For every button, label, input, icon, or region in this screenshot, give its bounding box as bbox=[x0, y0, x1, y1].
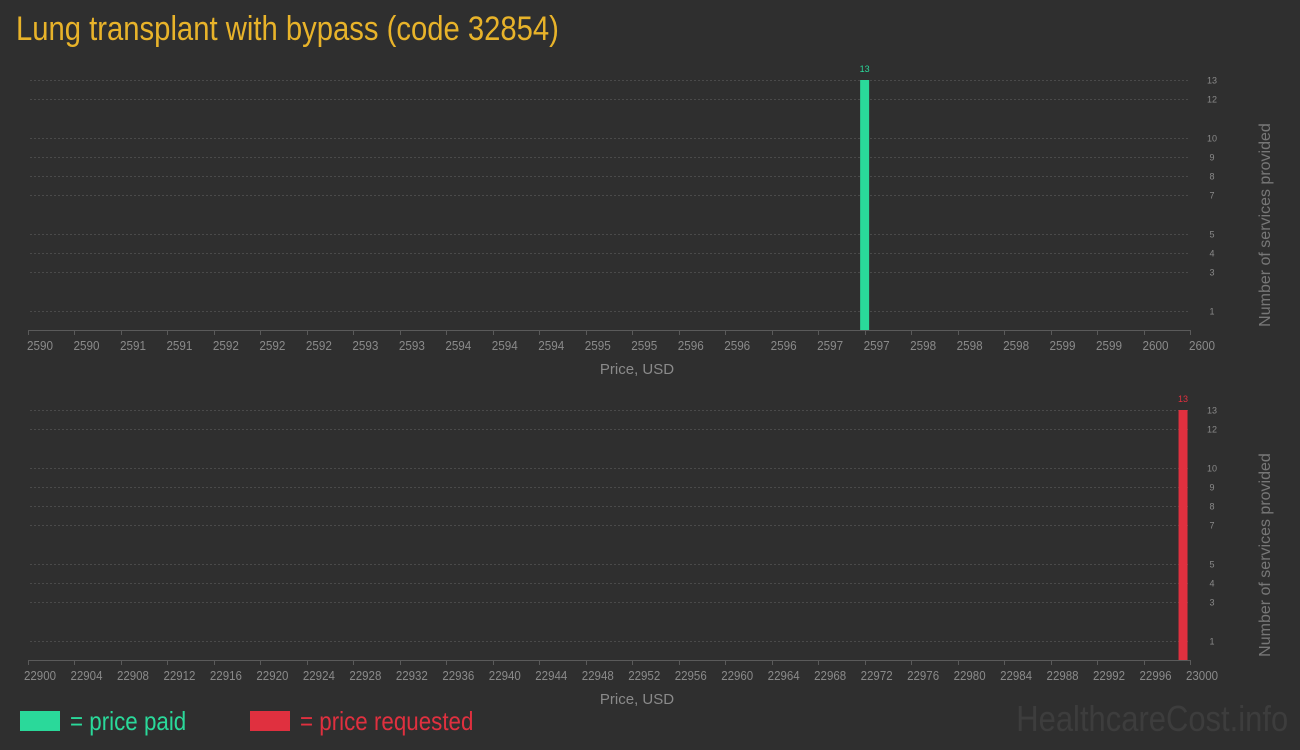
chart1-xtick-label: 2590 bbox=[27, 338, 53, 353]
chart2-xtick-label: 22996 bbox=[1140, 668, 1172, 683]
chart1-y-axis-title: Number of services provided bbox=[1257, 123, 1274, 327]
chart1-xtick-label: 2598 bbox=[910, 338, 936, 353]
chart2-xtick-label: 22976 bbox=[907, 668, 939, 683]
legend-requested-swatch bbox=[250, 711, 290, 731]
chart2-ytick-label: 7 bbox=[1209, 521, 1214, 531]
chart-page: Lung transplant with bypass (code 32854)… bbox=[0, 0, 1300, 750]
chart1-xtick-label: 2596 bbox=[771, 338, 797, 353]
charts-canvas: 13457891012132590 2590 2591 2591 2592 2592 259… bbox=[24, 64, 1274, 708]
chart2-xtick-label: 22924 bbox=[303, 668, 335, 683]
legend-requested: = price requested bbox=[250, 705, 502, 736]
chart1-ytick-label: 12 bbox=[1207, 95, 1217, 105]
chart2-xtick-label: 22912 bbox=[163, 668, 195, 683]
chart1-xtick-label: 2600 bbox=[1143, 338, 1169, 353]
chart2-xtick-label: 22952 bbox=[628, 668, 660, 683]
chart1-ytick-label: 3 bbox=[1209, 268, 1214, 278]
chart2-xtick-label: 22904 bbox=[70, 668, 102, 683]
watermark: HealthcareCost.info bbox=[1016, 698, 1288, 739]
chart1-ytick-label: 13 bbox=[1207, 76, 1217, 86]
chart1-xtick-label: 2592 bbox=[306, 338, 332, 353]
chart1-xtick-label: 2592 bbox=[213, 338, 239, 353]
chart2-ytick-label: 8 bbox=[1209, 502, 1214, 512]
chart2-ytick-label: 4 bbox=[1209, 579, 1214, 589]
chart2-xtick-label: 22944 bbox=[535, 668, 567, 683]
chart2-ytick-label: 13 bbox=[1207, 406, 1217, 416]
chart2-xtick-label: 22900 bbox=[24, 668, 56, 683]
chart2-xtick-label: 22948 bbox=[582, 668, 614, 683]
chart1-xtick-label: 2599 bbox=[1050, 338, 1076, 353]
chart2-ytick-label: 5 bbox=[1209, 560, 1214, 570]
chart1-xtick-label: 2594 bbox=[445, 338, 471, 353]
chart2-xtick-label: 22964 bbox=[768, 668, 800, 683]
chart1-ytick-label: 7 bbox=[1209, 191, 1214, 201]
legend-paid: = price paid bbox=[20, 705, 205, 736]
chart2-y-axis-title: Number of services provided bbox=[1257, 453, 1274, 657]
chart1-xtick-label: 2596 bbox=[724, 338, 750, 353]
chart1-xtick-label: 2598 bbox=[957, 338, 983, 353]
chart1-xtick-label: 2594 bbox=[492, 338, 518, 353]
chart2-xtick-label: 22940 bbox=[489, 668, 521, 683]
chart2-xtick-label: 22968 bbox=[814, 668, 846, 683]
chart1-ytick-label: 8 bbox=[1209, 172, 1214, 182]
chart1-bar bbox=[860, 80, 870, 330]
chart2-xtick-label: 22908 bbox=[117, 668, 149, 683]
chart1-xtick-label: 2591 bbox=[120, 338, 146, 353]
chart2-ytick-label: 3 bbox=[1209, 598, 1214, 608]
chart1-xtick-label: 2599 bbox=[1096, 338, 1122, 353]
legend-paid-label: = price paid bbox=[70, 705, 187, 736]
chart2-ytick-label: 10 bbox=[1207, 464, 1217, 474]
chart2-xtick-label: 22992 bbox=[1093, 668, 1125, 683]
legend-paid-swatch bbox=[20, 711, 60, 731]
chart2-bar-label: 13 bbox=[1178, 394, 1188, 404]
chart2-xtick-label: 22956 bbox=[675, 668, 707, 683]
chart1-xtick-label: 2591 bbox=[166, 338, 192, 353]
chart1-xtick-label: 2592 bbox=[259, 338, 285, 353]
chart2-bar bbox=[1178, 410, 1188, 660]
chart1-xtick-label: 2595 bbox=[585, 338, 611, 353]
chart2-xtick-label: 22916 bbox=[210, 668, 242, 683]
chart1-xtick-label: 2598 bbox=[1003, 338, 1029, 353]
chart2-xtick-label: 23000 bbox=[1186, 668, 1218, 683]
chart2-xtick-label: 22920 bbox=[256, 668, 288, 683]
chart2-x-axis-title: Price, USD bbox=[600, 691, 674, 708]
chart1-xtick-label: 2593 bbox=[352, 338, 378, 353]
chart1-ytick-label: 9 bbox=[1209, 153, 1214, 163]
chart1-xtick-label: 2597 bbox=[864, 338, 890, 353]
chart1-xtick-label: 2595 bbox=[631, 338, 657, 353]
chart2-xtick-label: 22960 bbox=[721, 668, 753, 683]
chart2-ytick-label: 9 bbox=[1209, 483, 1214, 493]
chart2-xtick-label: 22936 bbox=[442, 668, 474, 683]
chart1-ytick-label: 10 bbox=[1207, 134, 1217, 144]
chart1-xtick-label: 2593 bbox=[399, 338, 425, 353]
chart2-xtick-label: 22972 bbox=[861, 668, 893, 683]
chart1-x-axis-title: Price, USD bbox=[600, 361, 674, 378]
chart1-xtick-label: 2600 bbox=[1189, 338, 1215, 353]
chart1-xtick-label: 2590 bbox=[73, 338, 99, 353]
chart1-ytick-label: 4 bbox=[1209, 249, 1214, 259]
chart1-ytick-label: 5 bbox=[1209, 230, 1214, 240]
chart2-xtick-label: 22928 bbox=[349, 668, 381, 683]
chart2-xtick-label: 22984 bbox=[1000, 668, 1032, 683]
chart2-xtick-label: 22932 bbox=[396, 668, 428, 683]
chart2-xtick-label: 22980 bbox=[954, 668, 986, 683]
chart2-ytick-label: 1 bbox=[1209, 637, 1214, 647]
chart1-ytick-label: 1 bbox=[1209, 307, 1214, 317]
chart1-bar-label: 13 bbox=[860, 64, 870, 74]
chart1-xtick-label: 2594 bbox=[538, 338, 564, 353]
chart1-xtick-label: 2597 bbox=[817, 338, 843, 353]
chart2-ytick-label: 12 bbox=[1207, 425, 1217, 435]
chart1-xtick-label: 2596 bbox=[678, 338, 704, 353]
chart2-xtick-label: 22988 bbox=[1047, 668, 1079, 683]
legend-requested-label: = price requested bbox=[300, 705, 474, 736]
